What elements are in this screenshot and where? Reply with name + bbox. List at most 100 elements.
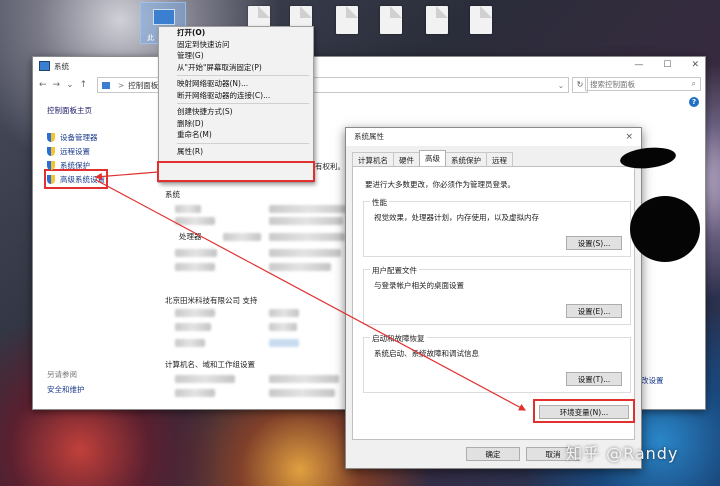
redacted-text (175, 389, 215, 397)
dialog-titlebar[interactable]: 系统属性 × (346, 128, 641, 146)
redacted-text (269, 375, 339, 383)
redacted-text (175, 323, 211, 331)
performance-desc: 视觉效果，处理器计划，内存使用，以及虚拟内存 (374, 213, 539, 222)
context-menu-item[interactable]: 创建快捷方式(S) (159, 106, 313, 118)
shield-icon (47, 146, 55, 156)
context-menu: 打开(O) 固定到快速访问 管理(G) 从"开始"屏幕取消固定(P) 映射网络驱动器(N… (157, 26, 315, 183)
shield-icon (47, 174, 55, 184)
window-controls: — ☐ ✕ (634, 60, 699, 70)
breadcrumb-control-panel[interactable]: 控制面板 (128, 80, 158, 91)
search-icon[interactable]: ⌕ (692, 79, 696, 89)
context-menu-item[interactable]: 删除(D) (159, 118, 313, 130)
redacted-text (223, 233, 261, 241)
close-icon[interactable]: × (625, 128, 633, 146)
security-maintenance-link[interactable]: 安全和维护 (47, 384, 85, 395)
forward-arrow-icon[interactable]: → (53, 80, 61, 90)
window-titlebar[interactable]: 系统 — ☐ ✕ (33, 57, 705, 75)
help-icon[interactable]: ? (689, 97, 699, 107)
dialog-title: 系统属性 (354, 132, 384, 141)
support-label: 北京田米科技有限公司 支持 (165, 296, 258, 305)
computer-name-heading: 计算机名、域和工作组设置 (165, 360, 255, 369)
system-app-icon (39, 61, 50, 71)
redacted-text (269, 205, 349, 213)
watermark: 知乎 @Randy (566, 444, 679, 463)
user-profiles-title: 用户配置文件 (370, 265, 419, 276)
redacted-text (269, 389, 335, 397)
file-icon[interactable] (380, 6, 402, 34)
startup-recovery-title: 启动和故障恢复 (370, 333, 427, 344)
context-menu-item[interactable]: 固定到快速访问 (159, 39, 313, 51)
performance-settings-button[interactable]: 设置(S)... (566, 236, 622, 250)
startup-recovery-settings-button[interactable]: 设置(T)... (566, 372, 622, 386)
maximize-icon[interactable]: ☐ (663, 60, 671, 70)
context-menu-item[interactable]: 重命名(M) (159, 129, 313, 141)
close-icon[interactable]: ✕ (691, 60, 699, 70)
user-profiles-group: 用户配置文件 与登录帐户相关的桌面设置 设置(E)... (363, 265, 631, 325)
minimize-icon[interactable]: — (634, 60, 643, 70)
file-icon[interactable] (336, 6, 358, 34)
menu-separator (177, 142, 309, 144)
sidebar-item-label: 高级系统设置 (60, 174, 105, 184)
context-menu-item[interactable]: 属性(R) (159, 146, 313, 158)
redacted-text (175, 339, 205, 347)
admin-note: 要进行大多数更改，你必须作为管理员登录。 (365, 180, 515, 189)
context-menu-item[interactable]: 从"开始"屏幕取消固定(P) (159, 62, 313, 74)
menu-separator (177, 75, 309, 76)
shield-icon (47, 160, 55, 170)
redaction-scribble (630, 196, 700, 262)
tab-remote[interactable]: 远程 (486, 152, 513, 167)
breadcrumb-separator: > (118, 80, 125, 90)
search-box[interactable]: ⌕ (585, 77, 701, 91)
performance-group: 性能 视觉效果，处理器计划，内存使用，以及虚拟内存 设置(S)... (363, 197, 631, 257)
window-title: 系统 (54, 61, 69, 71)
redacted-text (269, 323, 297, 331)
redacted-text (175, 249, 217, 257)
redacted-text (175, 375, 235, 383)
recent-dropdown-icon[interactable]: ⌄ (66, 80, 74, 90)
file-icon[interactable] (426, 6, 448, 34)
ok-button[interactable]: 确定 (466, 447, 520, 461)
control-panel-icon (102, 81, 110, 89)
redacted-link (269, 339, 299, 347)
sidebar-item-label: 设备管理器 (60, 132, 98, 142)
context-menu-item[interactable]: 管理(G) (159, 50, 313, 62)
redacted-text (175, 263, 215, 271)
context-menu-item[interactable]: 断开网络驱动器的连接(C)... (159, 90, 313, 102)
tab-advanced[interactable]: 高级 (419, 150, 446, 167)
search-input[interactable] (590, 79, 686, 89)
processor-label: 处理器 (179, 232, 202, 241)
sidebar-item-label: 远程设置 (60, 146, 90, 156)
startup-recovery-group: 启动和故障恢复 系统启动、系统故障和调试信息 设置(T)... (363, 333, 631, 393)
sidebar-item-advanced-system-settings[interactable]: 高级系统设置 (44, 169, 108, 189)
menu-separator (177, 103, 309, 104)
environment-variables-highlight (533, 399, 635, 423)
redacted-text (175, 217, 215, 225)
redacted-text (269, 263, 331, 271)
see-also-heading: 另请参阅 (47, 370, 77, 379)
redacted-text (269, 309, 299, 317)
address-dropdown-icon[interactable]: ⌄ (558, 81, 564, 90)
change-settings-link[interactable]: 改设置 (641, 375, 664, 386)
context-menu-item[interactable]: 映射网络驱动器(N)... (159, 78, 313, 90)
up-arrow-icon[interactable]: ↑ (80, 80, 88, 90)
redacted-text (175, 205, 201, 213)
tab-system-protection[interactable]: 系统保护 (445, 152, 487, 167)
context-menu-item[interactable]: 打开(O) (159, 27, 313, 39)
back-arrow-icon[interactable]: ← (39, 80, 47, 90)
performance-title: 性能 (370, 197, 389, 208)
redacted-text (269, 249, 341, 257)
tab-computer-name[interactable]: 计算机名 (352, 152, 394, 167)
tab-hardware[interactable]: 硬件 (393, 152, 420, 167)
system-properties-dialog: 系统属性 × 计算机名 硬件 高级 系统保护 远程 要进行大多数更改，你必须作为… (345, 127, 642, 469)
monitor-icon (153, 9, 175, 25)
sidebar-item-label: 系统保护 (60, 160, 90, 170)
properties-highlight (157, 161, 315, 182)
shield-icon (47, 132, 55, 142)
this-pc-label: 此 (147, 34, 154, 42)
redacted-text (269, 233, 345, 241)
startup-recovery-desc: 系统启动、系统故障和调试信息 (374, 349, 479, 358)
file-icon[interactable] (470, 6, 492, 34)
advanced-tab-panel: 要进行大多数更改，你必须作为管理员登录。 性能 视觉效果，处理器计划，内存使用，… (352, 166, 635, 440)
system-heading: 系统 (165, 190, 180, 199)
user-profiles-settings-button[interactable]: 设置(E)... (566, 304, 622, 318)
